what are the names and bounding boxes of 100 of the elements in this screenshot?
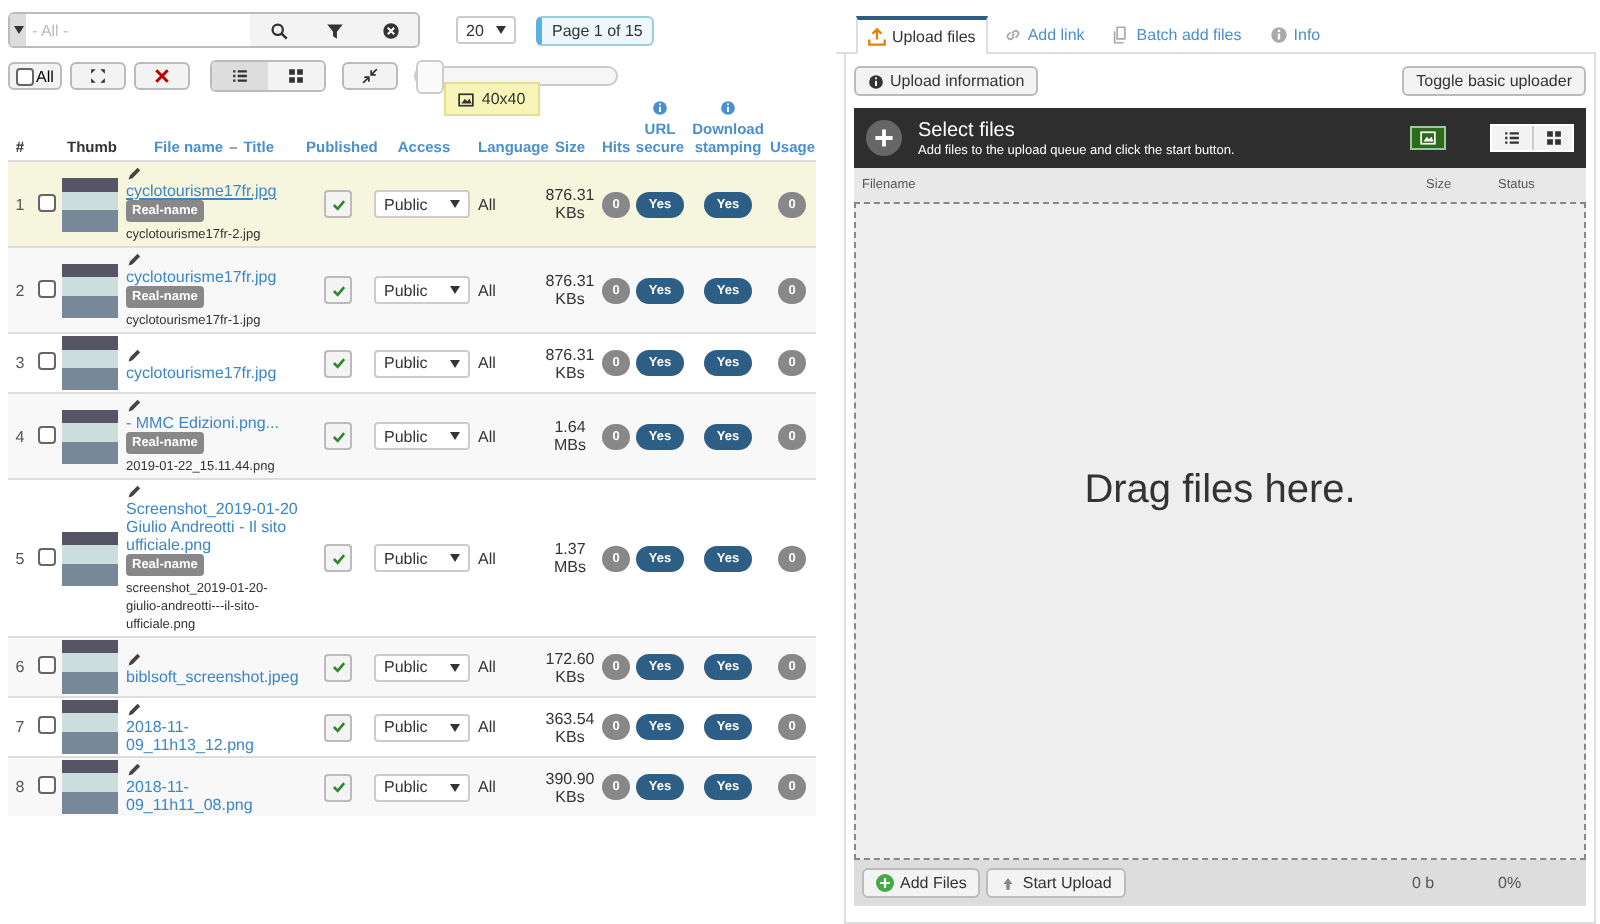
tab[interactable]: Batch add files (1100, 16, 1254, 52)
drop-text: Drag files here. (1084, 468, 1356, 514)
slider-handle[interactable] (415, 60, 444, 94)
file-size: 876.31 KBs (545, 272, 595, 308)
file-link[interactable]: Screenshot_2019-01-20 Giulio Andreotti - Il sito ufficiale.png (126, 500, 302, 554)
access-select[interactable]: Public (374, 276, 470, 304)
info-icon (652, 100, 668, 116)
language-text: All (478, 427, 496, 445)
published-toggle[interactable] (324, 713, 352, 741)
image-icon (1420, 130, 1436, 146)
access-select[interactable]: Public (374, 190, 470, 218)
file-link[interactable]: 2018-11-09_11h13_12.png (126, 718, 302, 754)
row-number: 4 (15, 427, 25, 445)
published-toggle[interactable] (324, 653, 352, 681)
drop-zone[interactable]: Drag files here. (854, 202, 1586, 860)
expand-button[interactable] (69, 62, 126, 90)
photo-placeholder (62, 336, 118, 390)
tab[interactable]: Add link (991, 16, 1097, 52)
up-arrow-icon (1000, 875, 1017, 891)
upload-percent: 0% (1498, 874, 1524, 892)
row-number: 8 (15, 778, 25, 796)
language-text: All (478, 549, 496, 567)
language-text: All (478, 718, 496, 736)
file-size: 876.31 KBs (545, 345, 595, 381)
list-icon (1504, 130, 1520, 146)
caret-icon (450, 359, 460, 367)
add-files-button[interactable]: Add Files (862, 868, 981, 898)
upload-information-button[interactable]: Upload information (854, 66, 1039, 96)
row-number: 1 (15, 195, 25, 213)
published-toggle[interactable] (324, 349, 352, 377)
row-checkbox[interactable] (37, 547, 55, 565)
plus-icon (872, 126, 896, 150)
check-icon (329, 778, 347, 796)
published-toggle[interactable] (324, 544, 352, 572)
file-size: 363.54 KBs (545, 709, 595, 745)
check-icon (329, 195, 347, 213)
compress-button[interactable] (341, 62, 398, 90)
published-toggle[interactable] (324, 422, 352, 450)
image-button[interactable] (1410, 126, 1446, 150)
list-view-button[interactable] (1492, 126, 1532, 150)
row-number: 2 (15, 281, 25, 299)
row-checkbox[interactable] (37, 352, 55, 370)
caret-icon (450, 663, 460, 671)
language-text: All (478, 658, 496, 676)
row-checkbox[interactable] (37, 716, 55, 734)
access-select[interactable]: Public (374, 773, 470, 801)
start-upload-button[interactable]: Start Upload (986, 868, 1126, 898)
grid-view-button[interactable] (1532, 126, 1572, 150)
file-link[interactable]: cyclotourisme17fr.jpg (126, 363, 302, 381)
delete-button[interactable] (133, 62, 190, 90)
photo-placeholder (62, 640, 118, 694)
file-link[interactable]: cyclotourisme17fr.jpg (126, 268, 302, 286)
tooltip-text: 40x40 (481, 90, 526, 108)
file-link[interactable]: - MMC Edizioni.png... (126, 414, 302, 432)
published-toggle[interactable] (324, 773, 352, 801)
caret-icon (496, 26, 506, 34)
photo-placeholder (62, 700, 118, 754)
row-checkbox[interactable] (37, 656, 55, 674)
file-link[interactable]: cyclotourisme17fr.jpg (126, 182, 302, 200)
grid-view-button[interactable] (267, 62, 324, 90)
file-link[interactable]: 2018-11-09_11h11_08.png (126, 778, 302, 814)
language-text: All (478, 281, 496, 299)
row-checkbox[interactable] (37, 279, 55, 297)
check-icon (329, 354, 347, 372)
delete-icon (153, 68, 170, 84)
access-select[interactable]: Public (374, 544, 470, 572)
select-all-button[interactable]: All (8, 62, 62, 90)
access-select[interactable]: Public (374, 349, 470, 377)
row-number: 3 (15, 354, 25, 372)
pencil-icon (126, 345, 144, 363)
info-icon (720, 100, 736, 116)
check-icon (329, 658, 347, 676)
photo-placeholder (62, 177, 118, 231)
file-link[interactable]: biblsoft_screenshot.jpeg (126, 667, 302, 685)
row-checkbox[interactable] (37, 193, 55, 211)
access-select[interactable]: Public (374, 653, 470, 681)
caret-icon (450, 200, 460, 208)
info-icon (868, 73, 884, 89)
caret-icon (450, 554, 460, 562)
published-toggle[interactable] (324, 190, 352, 218)
per-page-select[interactable]: 20 (456, 16, 516, 44)
toggle-uploader-button[interactable]: Toggle basic uploader (1402, 66, 1586, 96)
list-view-button[interactable] (211, 62, 268, 90)
access-select[interactable]: Public (374, 422, 470, 450)
file-size: 876.31 KBs (545, 186, 595, 222)
row-checkbox[interactable] (37, 776, 55, 794)
tab[interactable]: Upload files (856, 16, 988, 54)
add-button[interactable] (866, 120, 902, 156)
access-select[interactable]: Public (374, 713, 470, 741)
photo-placeholder (62, 531, 118, 585)
published-toggle[interactable] (324, 276, 352, 304)
language-text: All (478, 195, 496, 213)
pages-icon (1112, 26, 1131, 44)
row-checkbox[interactable] (37, 425, 55, 443)
caret-icon (450, 286, 460, 294)
check-icon (329, 281, 347, 299)
language-text: All (478, 354, 496, 372)
info-icon (1269, 26, 1288, 44)
image-icon (457, 91, 474, 107)
tab[interactable]: Info (1257, 16, 1333, 52)
